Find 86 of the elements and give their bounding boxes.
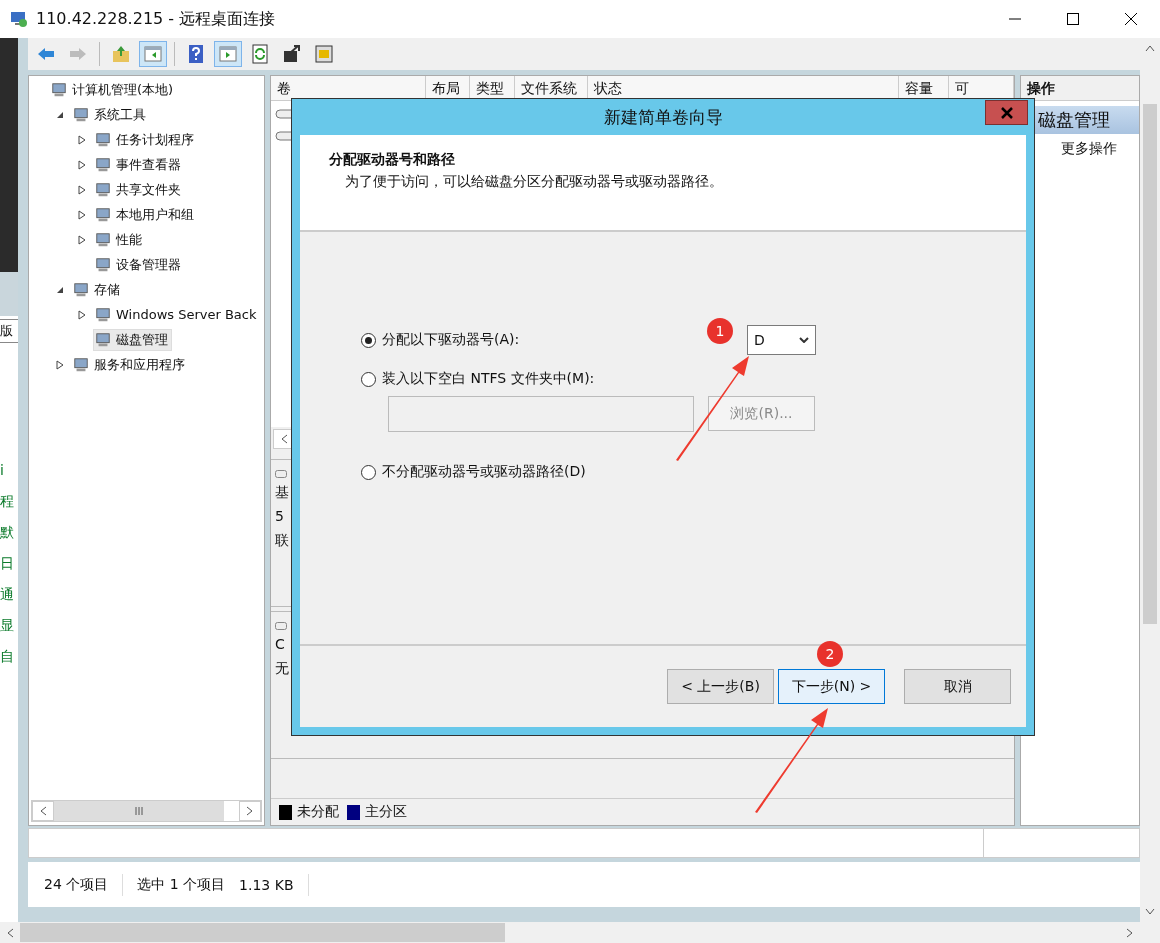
computer-icon: [95, 156, 111, 173]
export-icon: [282, 44, 302, 64]
disk-label: 5: [275, 507, 284, 526]
expand-icon[interactable]: [78, 234, 86, 245]
computer-icon: [95, 256, 111, 273]
scrollbar-thumb[interactable]: [54, 801, 224, 821]
computer-icon: [95, 131, 111, 148]
close-button[interactable]: [985, 100, 1028, 125]
radio-option[interactable]: 不分配驱动器号或驱动器路径(D): [361, 463, 747, 481]
chevron-right-icon: [246, 806, 254, 816]
drive-letter-dropdown[interactable]: D: [747, 325, 816, 355]
tree-item[interactable]: 计算机管理(本地): [49, 78, 178, 101]
link[interactable]: i: [0, 461, 18, 479]
dialog-title: 新建简单卷向导: [603, 105, 723, 129]
tree-item[interactable]: Windows Server Back: [93, 304, 261, 325]
computer-icon: [73, 281, 89, 298]
link[interactable]: 日: [0, 554, 18, 572]
grip-icon: [134, 807, 144, 815]
page-description: 为了便于访问，可以给磁盘分区分配驱动器号或驱动器路径。: [344, 173, 724, 191]
tree-item[interactable]: 服务和应用程序: [71, 353, 189, 376]
scroll-down-icon[interactable]: [1145, 908, 1155, 916]
expand-icon[interactable]: [78, 184, 86, 195]
expand-icon[interactable]: [78, 159, 86, 170]
pane-icon: [218, 44, 238, 64]
expand-icon[interactable]: [78, 209, 86, 220]
computer-icon: [73, 106, 89, 123]
computer-icon: [95, 306, 111, 323]
link[interactable]: 程: [0, 492, 18, 510]
tree-item[interactable]: 性能: [93, 228, 146, 251]
expand-icon[interactable]: [56, 359, 64, 370]
chevron-left-icon: [280, 434, 288, 444]
tree-item[interactable]: 设备管理器: [93, 253, 185, 276]
close-icon: [1000, 106, 1013, 119]
actions-header: 操作: [1021, 76, 1139, 101]
radio-option[interactable]: 装入以下空白 NTFS 文件夹中(M):: [361, 370, 747, 388]
link[interactable]: 通: [0, 585, 18, 603]
disk-label: 基: [275, 483, 289, 502]
horizontal-scrollbar[interactable]: [31, 800, 262, 822]
folder-up-icon: [111, 44, 131, 64]
tree-item[interactable]: 本地用户和组: [93, 203, 198, 226]
refresh-icon: [250, 44, 270, 64]
expand-icon[interactable]: [78, 309, 86, 320]
status-text: 24 个项目: [44, 875, 109, 894]
properties-icon: [314, 44, 334, 64]
window-title: 110.42.228.215 - 远程桌面连接: [36, 8, 276, 30]
scrollbar-thumb[interactable]: [1143, 104, 1157, 624]
computer-icon: [95, 206, 111, 223]
chevron-left-icon: [39, 806, 47, 816]
scrollbar-thumb[interactable]: [20, 923, 505, 942]
pane-icon: [143, 44, 163, 64]
scroll-up-icon[interactable]: [1145, 44, 1155, 52]
chevron-down-icon: [799, 337, 809, 343]
computer-icon: [73, 356, 89, 373]
status-text: 1.13 KB: [239, 876, 294, 893]
link[interactable]: 显: [0, 616, 18, 634]
legend-label: 未分配: [297, 803, 339, 821]
help-icon: [186, 44, 206, 64]
tree-item[interactable]: 系统工具: [71, 103, 150, 126]
link[interactable]: 自: [0, 647, 18, 665]
wizard-button[interactable]: < 上一步(B): [667, 669, 774, 704]
tree-item[interactable]: 共享文件夹: [93, 178, 185, 201]
collapse-icon[interactable]: [56, 110, 64, 119]
computer-icon: [95, 231, 111, 248]
tree-item[interactable]: 任务计划程序: [93, 128, 198, 151]
disk-label: 联: [275, 531, 289, 550]
scroll-left-icon[interactable]: [6, 927, 14, 938]
tree-item[interactable]: 存储: [71, 278, 124, 301]
computer-icon: [95, 181, 111, 198]
computer-icon: [51, 81, 67, 98]
close-icon: [1125, 13, 1137, 25]
scroll-right-icon[interactable]: [1126, 927, 1134, 938]
collapse-icon[interactable]: [56, 285, 64, 294]
status-text: 选中 1 个项目: [137, 875, 226, 894]
tree-item[interactable]: 磁盘管理: [93, 328, 172, 351]
disk-label: 无: [275, 659, 289, 678]
page-heading: 分配驱动器号和路径: [329, 151, 456, 169]
expand-icon[interactable]: [78, 134, 86, 145]
tree-item[interactable]: 事件查看器: [93, 153, 185, 176]
wizard-button[interactable]: 取消: [904, 669, 1011, 704]
link[interactable]: 默: [0, 523, 18, 541]
remote-desktop-icon: [10, 10, 28, 28]
computer-icon: [95, 331, 111, 348]
disk-label: C: [275, 635, 285, 654]
maximize-icon: [1067, 13, 1079, 25]
wizard-button[interactable]: 下一步(N) >: [778, 669, 885, 704]
legend-label: 主分区: [365, 803, 407, 821]
